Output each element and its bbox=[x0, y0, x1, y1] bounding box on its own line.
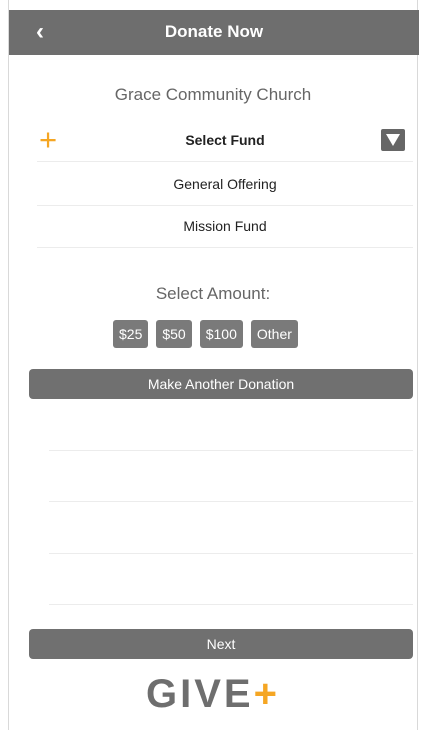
fund-option-label: General Offering bbox=[173, 176, 277, 192]
fund-option-mission-fund[interactable]: Mission Fund bbox=[37, 206, 413, 248]
amount-options: $25 $50 $100 Other bbox=[113, 320, 298, 348]
select-fund-row[interactable]: + Select Fund bbox=[37, 120, 413, 162]
select-amount-label: Select Amount: bbox=[155, 284, 271, 303]
fund-option-general-offering[interactable]: General Offering bbox=[37, 164, 413, 206]
select-fund-label: Select Fund bbox=[185, 132, 265, 148]
logo-plus-icon: + bbox=[253, 672, 280, 716]
page-title: Donate Now bbox=[164, 22, 264, 41]
amount-50-button[interactable]: $50 bbox=[156, 320, 192, 348]
make-another-donation-button[interactable]: Make Another Donation bbox=[29, 369, 413, 399]
divider bbox=[49, 501, 413, 502]
amount-other-button[interactable]: Other bbox=[250, 320, 298, 348]
triangle-down-icon[interactable] bbox=[381, 129, 405, 151]
logo-text: GIVE bbox=[146, 672, 254, 716]
amount-25-button[interactable]: $25 bbox=[113, 320, 149, 348]
fund-option-label: Mission Fund bbox=[183, 218, 267, 234]
divider bbox=[49, 553, 413, 554]
church-name: Grace Community Church bbox=[114, 85, 312, 104]
give-plus-logo: GIVE+ bbox=[9, 672, 417, 717]
amount-100-button[interactable]: $100 bbox=[199, 320, 243, 348]
app-frame: ‹ Donate Now Grace Community Church + Se… bbox=[8, 0, 419, 730]
next-button[interactable]: Next bbox=[29, 629, 413, 659]
divider bbox=[49, 450, 413, 451]
top-bar: ‹ Donate Now bbox=[9, 10, 419, 55]
divider bbox=[49, 604, 413, 605]
